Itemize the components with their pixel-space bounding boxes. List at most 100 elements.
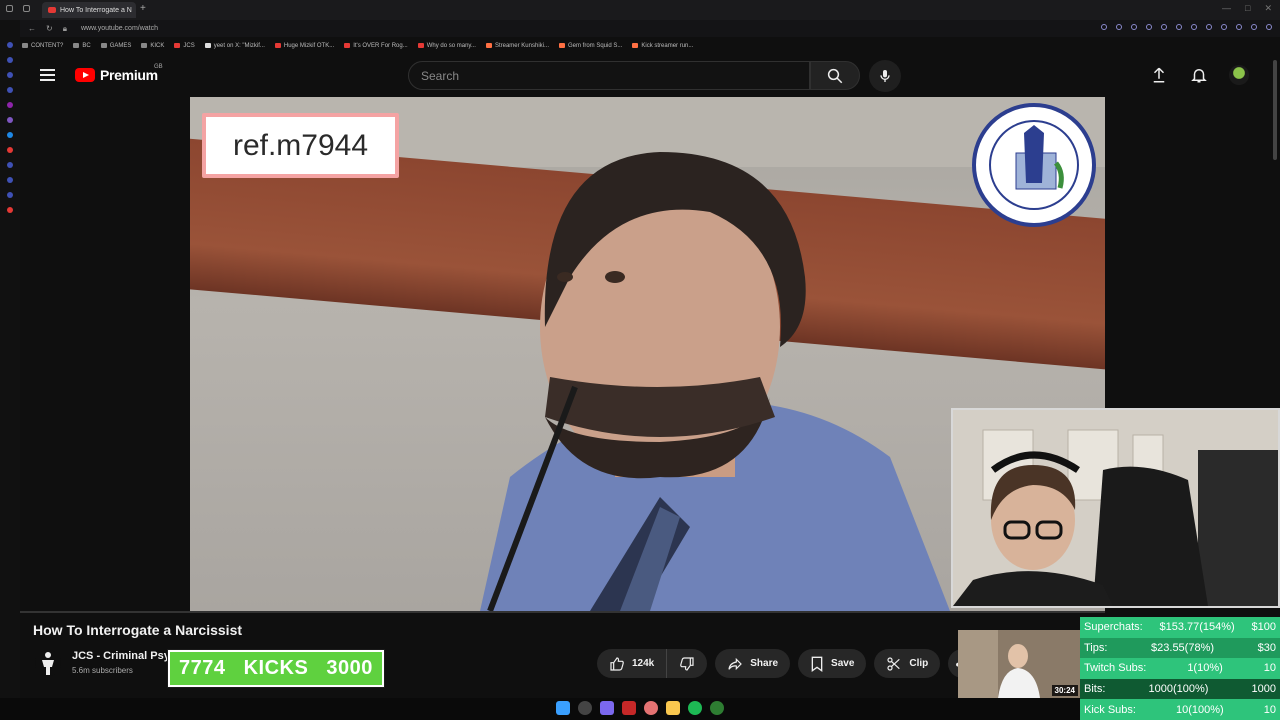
share-label: Share: [750, 658, 779, 669]
bookmark-item[interactable]: KICK: [141, 43, 164, 49]
back-icon[interactable]: ←: [28, 24, 36, 34]
extension-icon[interactable]: [1206, 24, 1212, 30]
bookmark-item[interactable]: BC: [73, 42, 91, 49]
bookmark-item[interactable]: CONTENT?: [22, 43, 63, 49]
search-button[interactable]: [810, 61, 860, 90]
reload-icon[interactable]: ↻: [46, 24, 53, 34]
teams-icon[interactable]: [600, 701, 614, 715]
goal-target: $30: [1257, 641, 1276, 654]
sidebar-app-icon[interactable]: [7, 162, 13, 168]
bookmark-item[interactable]: Why do so many...: [417, 42, 476, 49]
scissors-icon: [887, 656, 901, 671]
goal-label: Superchats:: [1084, 621, 1143, 634]
download-icon[interactable]: [1236, 24, 1242, 30]
sidebar-app-icon[interactable]: [7, 57, 13, 63]
kicks-goal: 3000: [326, 657, 373, 679]
bookmark-favicon-icon: [73, 43, 80, 48]
channel-avatar[interactable]: [35, 650, 61, 676]
thumbnail-duration: 30:24: [1051, 685, 1078, 696]
goal-label: Kick Subs:: [1084, 703, 1136, 716]
bookmark-item[interactable]: Streamer Kunshiki...: [485, 43, 549, 49]
save-label: Save: [831, 658, 855, 669]
bookmark-item[interactable]: Gem from Squid S...: [559, 43, 622, 49]
extension-icon[interactable]: [1116, 24, 1122, 30]
search-icon: [827, 68, 843, 83]
search-input[interactable]: Search: [408, 61, 810, 90]
video-title: How To Interrogate a Narcissist: [33, 622, 243, 638]
upload-icon: [1153, 67, 1165, 83]
video-progress-bar[interactable]: [20, 611, 1105, 613]
window-controls: — □ ✕: [1222, 3, 1272, 14]
windows-start-icon[interactable]: [556, 701, 570, 715]
extension-icon[interactable]: [1221, 24, 1227, 30]
save-button[interactable]: Save: [798, 649, 867, 678]
sidebar-app-icon[interactable]: [7, 102, 13, 108]
goal-row: Superchats: $153.77(154%) $100: [1080, 617, 1280, 638]
sidebar-app-icon[interactable]: [7, 132, 13, 138]
account-button[interactable]: [1228, 64, 1250, 86]
sidebar-app-icon[interactable]: [7, 72, 13, 78]
voice-search-button[interactable]: [869, 60, 901, 92]
address-bar: ← ↻ 🔒︎ www.youtube.com/watch: [0, 20, 1280, 37]
bookmark-label: BC: [82, 42, 91, 49]
app-icon[interactable]: [622, 701, 636, 715]
bookmark-item[interactable]: Huge Mizkif OTK...: [274, 43, 334, 49]
maximize-icon[interactable]: □: [1245, 3, 1250, 14]
bookmark-item[interactable]: JCS: [174, 42, 195, 49]
extension-icon[interactable]: [1146, 24, 1152, 30]
share-button[interactable]: Share: [715, 649, 791, 678]
url-field[interactable]: www.youtube.com/watch: [81, 25, 158, 32]
sidebar-app-icon[interactable]: [7, 117, 13, 123]
sidebar-app-icon[interactable]: [7, 207, 13, 213]
extension-icon[interactable]: [1131, 24, 1137, 30]
new-tab-button[interactable]: +: [140, 3, 146, 14]
kicks-goal-bar: 7774 KICKS 3000: [167, 649, 385, 688]
page-scrollbar[interactable]: [1273, 60, 1277, 160]
taskbar-icons: [556, 701, 724, 715]
ref-code-overlay: ref.m7944: [202, 113, 399, 178]
sidebar-app-icon[interactable]: [7, 192, 13, 198]
bookmark-item[interactable]: Kick streamer run...: [632, 43, 693, 49]
goal-row: Twitch Subs: 1(10%) 10: [1080, 658, 1280, 679]
hamburger-menu-icon[interactable]: [40, 69, 55, 81]
notifications-button[interactable]: [1188, 64, 1210, 86]
bookmark-item[interactable]: It's OVER For Rog...: [344, 43, 408, 49]
heart-icon[interactable]: [1191, 24, 1197, 30]
sidebar-app-icon[interactable]: [7, 177, 13, 183]
bookmark-item[interactable]: yeet on X: "Mizkif...: [204, 43, 265, 49]
chrome-icon[interactable]: [644, 701, 658, 715]
sidebar-app-icon[interactable]: [7, 147, 13, 153]
bookmark-item[interactable]: GAMES: [100, 43, 131, 49]
goal-progress: 10(100%): [1176, 703, 1224, 716]
sidebar-app-icon[interactable]: [7, 87, 13, 93]
channel-name[interactable]: JCS - Criminal Psy: [72, 650, 170, 662]
extension-icon[interactable]: [1251, 24, 1257, 30]
clip-button[interactable]: Clip: [874, 649, 941, 678]
extension-icons: [1101, 24, 1272, 30]
upload-button[interactable]: [1148, 64, 1170, 86]
folder-icon[interactable]: [666, 701, 680, 715]
sidebar-app-icon[interactable]: [7, 42, 13, 48]
spotify-icon[interactable]: [688, 701, 702, 715]
extension-icon[interactable]: [1176, 24, 1182, 30]
lock-icon[interactable]: 🔒︎: [63, 24, 67, 34]
bookmark-label: Why do so many...: [426, 42, 476, 49]
search-icon[interactable]: [578, 701, 592, 715]
zoom-icon[interactable]: [1101, 24, 1107, 30]
subscriber-count: 5.6m subscribers: [72, 666, 133, 675]
recommended-video-thumbnail[interactable]: 30:24: [958, 630, 1080, 698]
settings-icon[interactable]: [1266, 24, 1272, 30]
bookmark-favicon-icon: [100, 43, 107, 48]
xbox-icon[interactable]: [710, 701, 724, 715]
extension-icon[interactable]: [1161, 24, 1167, 30]
bookmark-label: JCS: [183, 42, 195, 49]
youtube-premium-logo[interactable]: Premium: [75, 67, 158, 83]
minimize-icon[interactable]: —: [1222, 3, 1231, 14]
browser-tab-active[interactable]: How To Interrogate a N: [42, 2, 136, 18]
close-icon[interactable]: ✕: [1264, 3, 1272, 14]
tab-list-icon[interactable]: [23, 5, 30, 12]
bookmark-favicon-icon: [22, 43, 28, 48]
like-button[interactable]: 124k: [597, 649, 668, 678]
workspaces-icon[interactable]: [6, 5, 13, 12]
dislike-button[interactable]: [667, 649, 707, 678]
